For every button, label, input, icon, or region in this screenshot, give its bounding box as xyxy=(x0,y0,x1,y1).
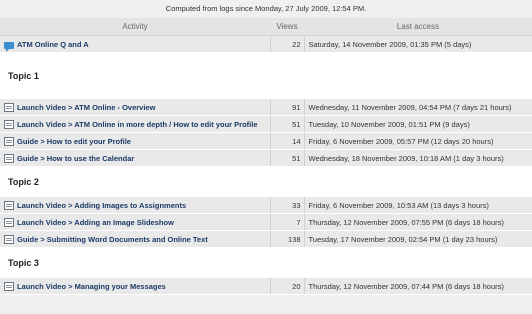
activity-link[interactable]: Guide > How to edit your Profile xyxy=(17,137,131,146)
activity-link[interactable]: Launch Video > ATM Online - Overview xyxy=(17,103,155,112)
table-row: Guide > How to edit your Profile 14 Frid… xyxy=(0,132,532,150)
activity-report-table: Activity Views Last access ATM Online Q … xyxy=(0,18,532,295)
page-icon xyxy=(4,153,14,163)
page-icon xyxy=(4,200,14,210)
activity-cell: Launch Video > ATM Online in more depth … xyxy=(0,115,270,133)
activity-link[interactable]: Launch Video > ATM Online in more depth … xyxy=(17,120,258,129)
activity-cell: Launch Video > Managing your Messages xyxy=(0,278,270,295)
views-cell: 14 xyxy=(269,132,305,150)
views-cell: 20 xyxy=(269,278,305,295)
table-row: Guide > How to use the Calendar 51 Wedne… xyxy=(0,149,532,167)
views-cell: 33 xyxy=(269,197,305,214)
last-access-cell: Tuesday, 10 November 2009, 01:51 PM (9 d… xyxy=(304,115,532,133)
section-title: Topic 2 xyxy=(8,177,39,187)
activity-link[interactable]: Launch Video > Adding Images to Assignme… xyxy=(17,201,186,210)
activity-link[interactable]: Guide > Submitting Word Documents and On… xyxy=(17,235,208,244)
table-row: Launch Video > ATM Online - Overview 91 … xyxy=(0,99,532,116)
last-access-cell: Thursday, 12 November 2009, 07:55 PM (6 … xyxy=(304,213,532,231)
page-icon xyxy=(4,234,14,244)
last-access-cell: Thursday, 12 November 2009, 07:44 PM (6 … xyxy=(304,278,532,295)
views-cell: 51 xyxy=(269,115,305,133)
table-row: Launch Video > Managing your Messages 20… xyxy=(0,278,532,295)
section-header: Topic 1 xyxy=(0,52,532,99)
section-title: Topic 1 xyxy=(8,71,39,81)
page-icon xyxy=(4,217,14,227)
activity-cell: Guide > How to edit your Profile xyxy=(0,132,270,150)
page-icon xyxy=(4,119,14,129)
table-header-row: Activity Views Last access xyxy=(0,18,532,36)
section-header: Topic 3 xyxy=(0,247,532,278)
views-cell: 7 xyxy=(269,213,305,231)
activity-cell: Launch Video > ATM Online - Overview xyxy=(0,99,270,116)
activity-link[interactable]: Guide > How to use the Calendar xyxy=(17,154,134,163)
column-header-views[interactable]: Views xyxy=(270,18,304,36)
section-title: Topic 3 xyxy=(8,258,39,268)
column-header-activity[interactable]: Activity xyxy=(0,18,270,36)
views-cell: 91 xyxy=(269,99,305,116)
activity-cell: Guide > How to use the Calendar xyxy=(0,149,270,167)
activity-link[interactable]: Launch Video > Managing your Messages xyxy=(17,282,166,291)
table-row: Guide > Submitting Word Documents and On… xyxy=(0,230,532,248)
table-row: Launch Video > ATM Online in more depth … xyxy=(0,115,532,133)
table-row: Launch Video > Adding Images to Assignme… xyxy=(0,197,532,214)
table-row: ATM Online Q and A 22 Saturday, 14 Novem… xyxy=(0,35,532,53)
views-cell: 51 xyxy=(269,149,305,167)
page-icon xyxy=(4,281,14,291)
views-cell: 138 xyxy=(269,230,305,248)
activity-link[interactable]: Launch Video > Adding an Image Slideshow xyxy=(17,218,174,227)
activity-cell: Launch Video > Adding an Image Slideshow xyxy=(0,213,270,231)
column-header-last-access[interactable]: Last access xyxy=(304,18,532,36)
last-access-cell: Saturday, 14 November 2009, 01:35 PM (5 … xyxy=(304,35,532,53)
last-access-cell: Wednesday, 18 November 2009, 10:18 AM (1… xyxy=(304,149,532,167)
activity-cell: Launch Video > Adding Images to Assignme… xyxy=(0,197,270,214)
activity-cell: ATM Online Q and A xyxy=(0,35,270,53)
page-icon xyxy=(4,102,14,112)
page-icon xyxy=(4,136,14,146)
last-access-cell: Tuesday, 17 November 2009, 02:54 PM (1 d… xyxy=(304,230,532,248)
section-header: Topic 2 xyxy=(0,166,532,197)
activity-link-qanda[interactable]: ATM Online Q and A xyxy=(17,40,89,49)
forum-icon xyxy=(4,41,14,52)
last-access-cell: Friday, 6 November 2009, 10:53 AM (13 da… xyxy=(304,197,532,214)
last-access-cell: Wednesday, 11 November 2009, 04:54 PM (7… xyxy=(304,99,532,116)
report-caption: Computed from logs since Monday, 27 July… xyxy=(165,4,367,13)
views-cell: 22 xyxy=(269,35,305,53)
activity-cell: Guide > Submitting Word Documents and On… xyxy=(0,230,270,248)
last-access-cell: Friday, 6 November 2009, 05:57 PM (12 da… xyxy=(304,132,532,150)
table-row: Launch Video > Adding an Image Slideshow… xyxy=(0,213,532,231)
